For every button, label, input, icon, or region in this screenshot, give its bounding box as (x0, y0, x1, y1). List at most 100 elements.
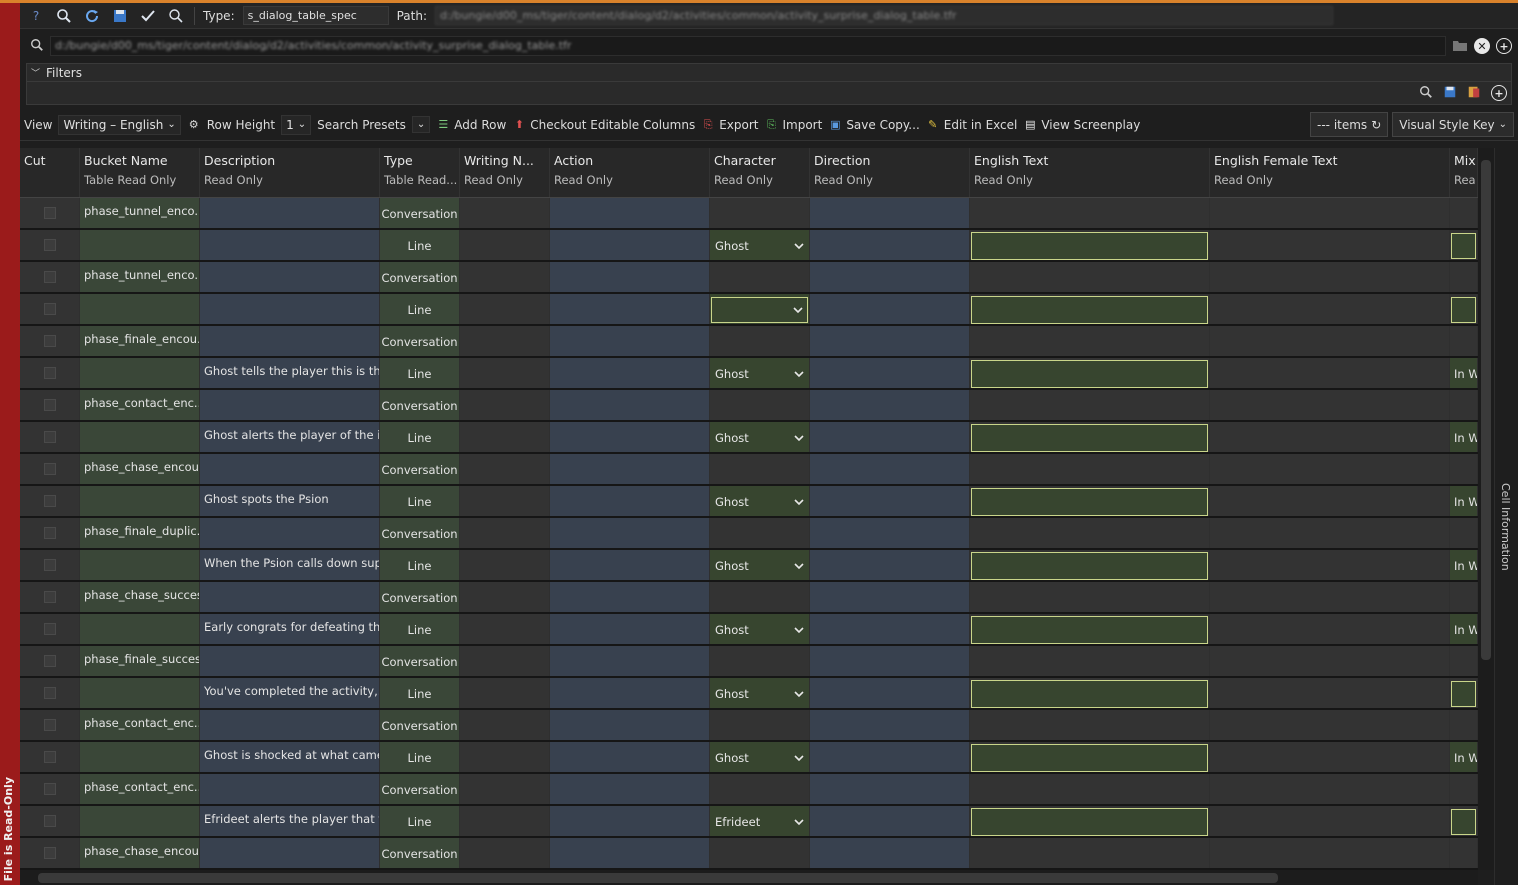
table-row[interactable]: phase_chase_encou... Conversation (20, 838, 1478, 870)
cut-cell[interactable] (20, 646, 80, 676)
character-cell[interactable] (710, 294, 810, 324)
cut-checkbox[interactable] (43, 239, 56, 251)
clear-icon[interactable]: ✕ (1474, 38, 1490, 54)
cut-cell[interactable] (20, 390, 80, 420)
cut-cell[interactable] (20, 582, 80, 612)
english-text-input[interactable] (971, 424, 1208, 452)
save-filter-icon[interactable] (1443, 85, 1457, 102)
character-dropdown[interactable]: Ghost (711, 681, 808, 707)
save-copy-button[interactable]: ▣ Save Copy... (828, 118, 920, 132)
cut-cell[interactable] (20, 422, 80, 452)
english-text-input[interactable] (971, 680, 1208, 708)
english-text-input[interactable] (971, 552, 1208, 580)
column-header[interactable]: Type Table Read... (380, 148, 460, 197)
filters-header[interactable]: ﹀ Filters (27, 64, 1511, 82)
table-row[interactable]: phase_finale_success Conversation (20, 646, 1478, 678)
cut-checkbox[interactable] (43, 335, 56, 347)
gear-icon[interactable]: ⚙ (187, 118, 201, 132)
column-header[interactable]: Writing N... Read Only (460, 148, 550, 197)
cut-checkbox[interactable] (43, 623, 56, 635)
cut-cell[interactable] (20, 710, 80, 740)
character-cell[interactable]: Efrideet (710, 806, 810, 836)
cut-checkbox[interactable] (43, 719, 56, 731)
english-text-cell[interactable] (970, 422, 1210, 452)
english-text-input[interactable] (971, 488, 1208, 516)
mix-cell[interactable] (1450, 230, 1478, 260)
cut-cell[interactable] (20, 486, 80, 516)
help-icon[interactable]: ? (26, 6, 46, 26)
mix-cell[interactable] (1450, 294, 1478, 324)
table-row[interactable]: phase_chase_encou... Conversation (20, 454, 1478, 486)
english-text-cell[interactable] (970, 614, 1210, 644)
character-dropdown[interactable]: Ghost (711, 489, 808, 515)
english-text-input[interactable] (971, 232, 1208, 260)
mix-cell[interactable] (1450, 806, 1478, 836)
column-header[interactable]: Description Read Only (200, 148, 380, 197)
table-row[interactable]: phase_tunnel_enco... Conversation (20, 198, 1478, 230)
character-cell[interactable]: Ghost (710, 230, 810, 260)
table-row[interactable]: phase_tunnel_enco... Conversation (20, 262, 1478, 294)
table-row[interactable]: Ghost spots the Psion Line Ghost In W (20, 486, 1478, 518)
column-header[interactable]: Action Read Only (550, 148, 710, 197)
english-text-cell[interactable] (970, 230, 1210, 260)
add-icon[interactable]: + (1496, 38, 1512, 54)
chevron-down-icon[interactable]: ﹀ (31, 66, 40, 79)
character-cell[interactable]: Ghost (710, 678, 810, 708)
cut-cell[interactable] (20, 326, 80, 356)
mix-input[interactable] (1451, 809, 1476, 835)
mix-input[interactable] (1451, 681, 1476, 707)
zoom-icon[interactable] (1419, 85, 1433, 102)
cut-checkbox[interactable] (43, 783, 56, 795)
table-row[interactable]: Early congrats for defeating th... Line Gh… (20, 614, 1478, 646)
cut-cell[interactable] (20, 806, 80, 836)
cut-cell[interactable] (20, 518, 80, 548)
add-row-button[interactable]: ☰ Add Row (436, 118, 506, 132)
cut-cell[interactable] (20, 742, 80, 772)
table-row[interactable]: phase_chase_success Conversation (20, 582, 1478, 614)
table-row[interactable]: You've completed the activity,... Line Gho… (20, 678, 1478, 710)
english-text-input[interactable] (971, 360, 1208, 388)
english-text-input[interactable] (971, 296, 1208, 324)
search-input[interactable]: d:/bungie/d00_ms/tiger/content/dialog/d2… (50, 36, 1446, 56)
column-header[interactable]: Bucket Name Table Read Only (80, 148, 200, 197)
mix-cell[interactable]: In W (1450, 422, 1478, 452)
vertical-scrollbar[interactable] (1478, 148, 1494, 870)
cell-info-panel[interactable]: Cell Information (1494, 148, 1518, 885)
character-cell[interactable]: Ghost (710, 614, 810, 644)
cut-cell[interactable] (20, 614, 80, 644)
horizontal-scrollbar[interactable] (20, 870, 1478, 885)
english-text-cell[interactable] (970, 294, 1210, 324)
table-row[interactable]: phase_finale_duplic... Conversation (20, 518, 1478, 550)
character-cell[interactable]: Ghost (710, 550, 810, 580)
folder-icon[interactable] (1452, 38, 1468, 55)
checkmark-icon[interactable] (138, 6, 158, 26)
mix-input[interactable] (1451, 233, 1476, 259)
english-text-input[interactable] (971, 744, 1208, 772)
character-dropdown[interactable]: Ghost (711, 617, 808, 643)
english-text-cell[interactable] (970, 678, 1210, 708)
cut-cell[interactable] (20, 358, 80, 388)
character-cell[interactable]: Ghost (710, 486, 810, 516)
column-header[interactable]: Mix Rea (1450, 148, 1478, 197)
cut-checkbox[interactable] (43, 271, 56, 283)
column-header[interactable]: English Text Read Only (970, 148, 1210, 197)
cut-cell[interactable] (20, 550, 80, 580)
table-row[interactable]: Ghost is shocked at what came... Line Ghos… (20, 742, 1478, 774)
column-header[interactable]: Character Read Only (710, 148, 810, 197)
character-dropdown[interactable]: Ghost (711, 425, 808, 451)
column-header[interactable]: English Female Text Read Only (1210, 148, 1450, 197)
character-cell[interactable]: Ghost (710, 742, 810, 772)
cut-cell[interactable] (20, 678, 80, 708)
character-dropdown[interactable]: Efrideet (711, 809, 808, 835)
mix-cell[interactable]: In W (1450, 486, 1478, 516)
mix-cell[interactable]: In W (1450, 614, 1478, 644)
cut-checkbox[interactable] (43, 495, 56, 507)
table-row[interactable]: Ghost tells the player this is the... Lin… (20, 358, 1478, 390)
character-cell[interactable]: Ghost (710, 422, 810, 452)
table-row[interactable]: Ghost alerts the player of the in... Line… (20, 422, 1478, 454)
cut-cell[interactable] (20, 262, 80, 292)
mix-cell[interactable]: In W (1450, 742, 1478, 772)
cut-cell[interactable] (20, 294, 80, 324)
horizontal-scroll-thumb[interactable] (38, 873, 1278, 883)
type-field[interactable]: s_dialog_table_spec (242, 6, 389, 25)
